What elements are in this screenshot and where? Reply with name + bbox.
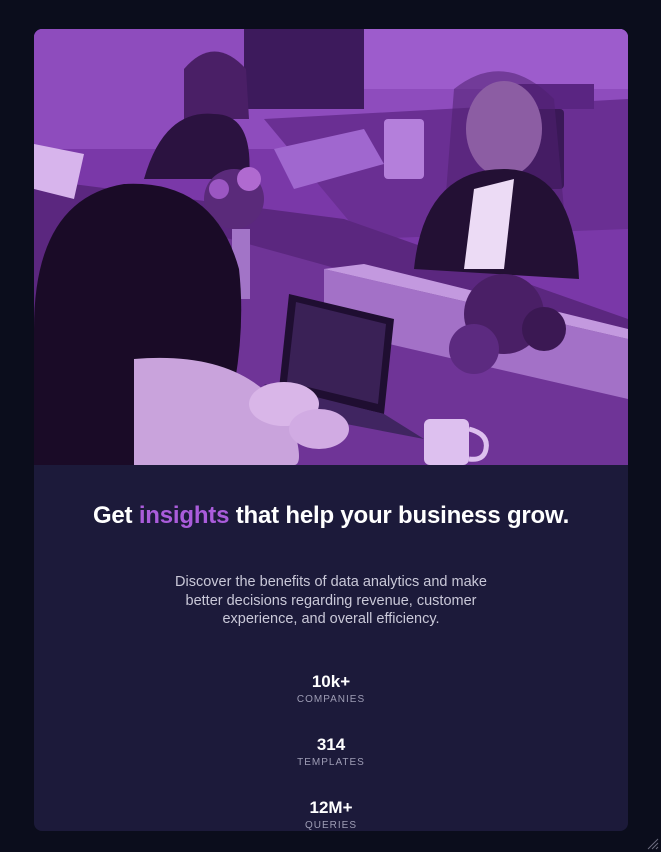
stat-value: 12M+	[309, 798, 353, 817]
stat-label: COMPANIES	[296, 694, 366, 705]
stat-value: 314	[316, 735, 346, 754]
description: Discover the benefits of data analytics …	[175, 574, 487, 627]
stat-value: 10k+	[311, 672, 351, 691]
stat-companies: 10k+ COMPANIES	[34, 672, 628, 706]
stat-label: TEMPLATES	[297, 757, 365, 768]
stat-label: QUERIES	[304, 820, 357, 831]
stat-queries: 12M+ QUERIES	[34, 798, 628, 831]
headline-part1: Get	[92, 502, 139, 529]
hero-photo-illustration	[34, 29, 628, 465]
headline-accent: insights	[138, 502, 230, 529]
stat-templates: 314 TEMPLATES	[34, 735, 628, 769]
headline: Get insights that help your business gro…	[34, 501, 628, 531]
content-section: Get insights that help your business gro…	[34, 465, 628, 831]
insights-card: Get insights that help your business gro…	[34, 29, 628, 831]
headline-part2: that help your business grow.	[229, 502, 570, 529]
resize-grip-icon[interactable]	[647, 838, 659, 850]
hero-image	[34, 29, 628, 465]
